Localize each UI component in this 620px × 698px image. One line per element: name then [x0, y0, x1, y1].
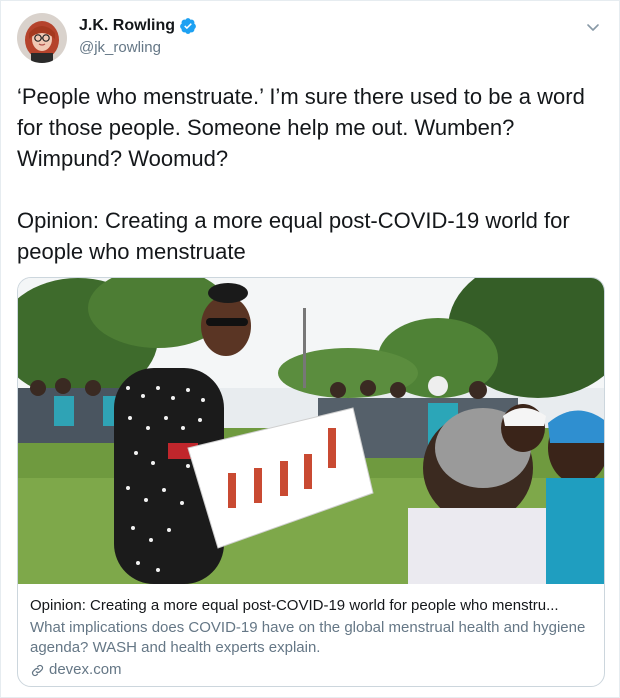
tweet-text: ‘People who menstruate.’ I’m sure there … — [17, 84, 585, 264]
link-card[interactable]: Opinion: Creating a more equal post-COVI… — [17, 277, 605, 687]
verified-badge-icon — [179, 17, 197, 35]
card-meta: Opinion: Creating a more equal post-COVI… — [30, 596, 596, 680]
tweet: J.K. Rowling @jk_rowling ‘People who men… — [0, 0, 620, 698]
author-name-row[interactable]: J.K. Rowling — [79, 17, 197, 35]
author-handle[interactable]: @jk_rowling — [79, 39, 161, 56]
display-name[interactable]: J.K. Rowling — [79, 17, 175, 35]
card-description: What implications does COVID-19 have on … — [30, 619, 586, 656]
link-icon — [30, 663, 45, 678]
card-title[interactable]: Opinion: Creating a more equal post-COVI… — [30, 596, 596, 616]
card-domain[interactable]: devex.com — [30, 660, 596, 680]
chevron-down-icon[interactable] — [583, 17, 603, 37]
card-domain-text[interactable]: devex.com — [49, 660, 122, 680]
avatar[interactable] — [17, 13, 67, 63]
card-image[interactable] — [18, 278, 604, 584]
